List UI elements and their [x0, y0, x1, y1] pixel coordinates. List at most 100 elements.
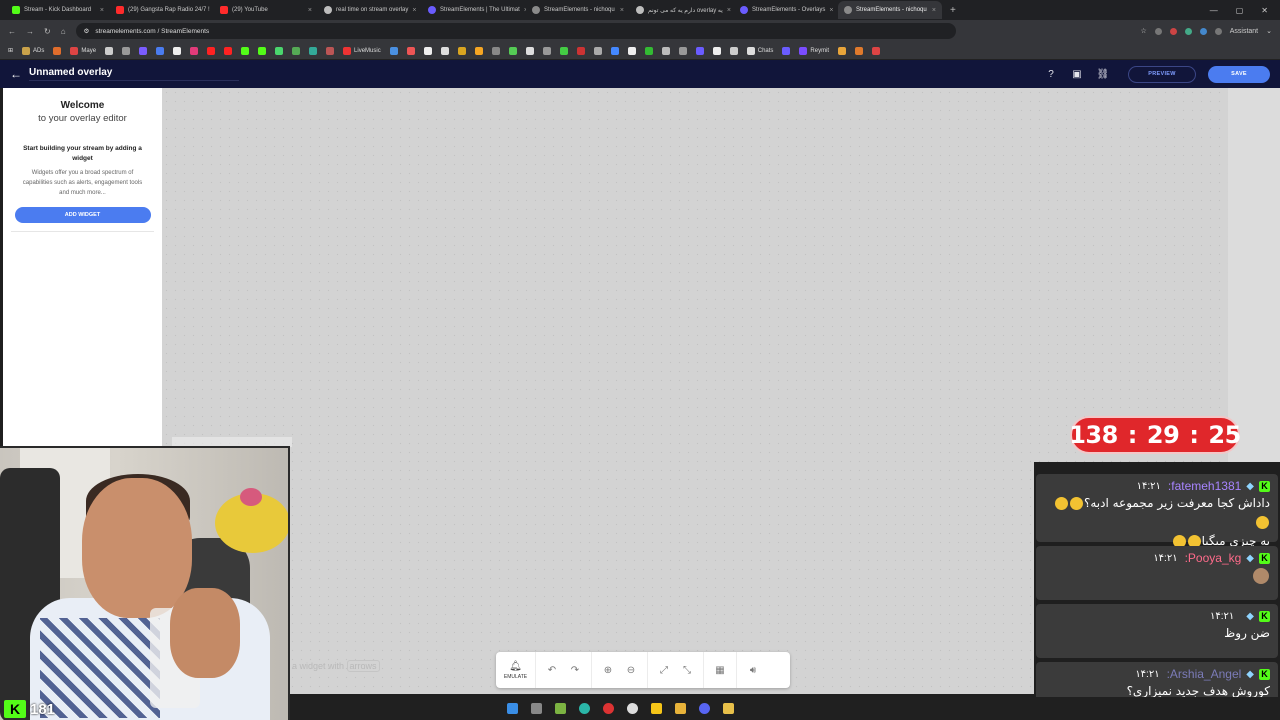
site-info-icon[interactable]: ⚙	[84, 27, 90, 35]
bookmark[interactable]	[525, 46, 534, 55]
bookmark[interactable]: Maye	[70, 46, 96, 55]
close-icon[interactable]: ×	[727, 7, 731, 14]
bookmark[interactable]	[593, 46, 602, 55]
bookmark[interactable]	[457, 46, 466, 55]
browser-tab[interactable]: real time on stream overlay ×	[318, 1, 422, 19]
close-icon[interactable]: ×	[100, 7, 104, 14]
close-icon[interactable]: ×	[412, 7, 416, 14]
extension-icon[interactable]	[1169, 27, 1177, 35]
undo-icon[interactable]: ↶	[546, 665, 558, 676]
bookmark[interactable]	[627, 46, 636, 55]
close-icon[interactable]: ×	[308, 7, 312, 14]
bookmark[interactable]	[224, 46, 233, 55]
overlay-name-field[interactable]: Unnamed overlay	[29, 67, 239, 81]
notes-icon[interactable]	[650, 703, 662, 714]
url-input[interactable]: ⚙ streamelements.com / StreamElements	[75, 23, 956, 39]
bookmark[interactable]	[275, 46, 284, 55]
browser-tab[interactable]: StreamElements | The Ultimat ×	[422, 1, 526, 19]
zoom-out-icon[interactable]: ⊖	[625, 665, 637, 676]
browser-tab-active[interactable]: StreamElements - nichoqu ×	[838, 1, 942, 19]
browser-icon[interactable]	[578, 703, 590, 714]
bookmark[interactable]	[491, 46, 500, 55]
bookmark[interactable]	[207, 46, 216, 55]
browser-tab[interactable]: (29) YouTube ×	[214, 1, 318, 19]
expand-icon[interactable]: ⤢	[658, 665, 670, 676]
close-icon[interactable]: ×	[829, 7, 833, 14]
extension-icon[interactable]	[1199, 27, 1207, 35]
star-icon[interactable]: ☆	[1140, 27, 1146, 35]
new-tab-button[interactable]: +	[942, 5, 964, 16]
save-button[interactable]: SAVE	[1208, 65, 1270, 83]
close-icon[interactable]: ×	[620, 7, 624, 14]
windows-start-icon[interactable]	[506, 703, 518, 714]
back-nav-icon[interactable]: ←	[8, 27, 16, 36]
bookmark[interactable]	[695, 46, 704, 55]
grid-icon[interactable]: ▦	[714, 665, 726, 676]
home-icon[interactable]: ⌂	[61, 27, 66, 36]
discord-icon[interactable]	[698, 703, 710, 714]
folder-icon[interactable]	[722, 703, 734, 714]
bookmark[interactable]	[474, 46, 483, 55]
browser-tab[interactable]: (29) Gangsta Rap Radio 24/7 !×	[110, 1, 214, 19]
browser-tab[interactable]: Stream - Kick Dashboard ×	[6, 1, 110, 19]
bookmark[interactable]	[326, 46, 335, 55]
extension-icon[interactable]	[1214, 27, 1222, 35]
volume-icon[interactable]: 🔊︎	[747, 665, 759, 676]
bookmark[interactable]	[173, 46, 182, 55]
browser-tab[interactable]: StreamElements - Overlays ×	[734, 1, 838, 19]
bookmark[interactable]	[559, 46, 568, 55]
bookmark[interactable]	[712, 46, 721, 55]
bookmark[interactable]	[661, 46, 670, 55]
obs-icon[interactable]	[626, 703, 638, 714]
bookmark[interactable]	[678, 46, 687, 55]
chevron-down-icon[interactable]: ⌄	[1266, 27, 1272, 35]
add-widget-button[interactable]: ADD WIDGET	[14, 207, 151, 223]
bookmark[interactable]	[542, 46, 551, 55]
bookmark[interactable]	[389, 46, 398, 55]
files-icon[interactable]	[674, 703, 686, 714]
bookmark[interactable]	[729, 46, 738, 55]
preview-button[interactable]: PREVIEW	[1128, 65, 1196, 83]
apps-icon[interactable]: ⊞	[8, 47, 13, 54]
bookmark[interactable]	[855, 46, 864, 55]
bookmark[interactable]	[53, 46, 62, 55]
bookmark[interactable]	[838, 46, 847, 55]
bookmark[interactable]	[406, 46, 415, 55]
collapse-icon[interactable]: ⤡	[681, 665, 693, 676]
bookmark[interactable]	[309, 46, 318, 55]
bookmark[interactable]	[610, 46, 619, 55]
bookmark-folder[interactable]: ADs	[22, 46, 44, 55]
close-icon[interactable]: ×	[932, 7, 936, 14]
bookmark[interactable]	[122, 46, 131, 55]
bookmark[interactable]	[508, 46, 517, 55]
close-window-icon[interactable]: ✕	[1261, 6, 1268, 15]
reload-icon[interactable]: ↻	[44, 27, 51, 36]
bookmark[interactable]	[258, 46, 267, 55]
bookmark[interactable]	[139, 46, 148, 55]
maximize-icon[interactable]: ▢	[1236, 6, 1244, 15]
bookmark[interactable]: Reymit	[799, 46, 829, 55]
back-arrow-icon[interactable]: ←	[10, 67, 28, 81]
bookmark[interactable]	[872, 46, 881, 55]
redo-icon[interactable]: ↷	[569, 665, 581, 676]
bookmark[interactable]	[423, 46, 432, 55]
extension-icon[interactable]	[1154, 27, 1162, 35]
bookmark[interactable]	[644, 46, 653, 55]
extension-icon[interactable]	[1184, 27, 1192, 35]
bookmark[interactable]: LiveMusic	[343, 46, 381, 55]
forward-nav-icon[interactable]: →	[26, 27, 34, 36]
bookmark[interactable]	[782, 46, 791, 55]
app-icon[interactable]	[554, 703, 566, 714]
assistant-button[interactable]: Assistant	[1230, 28, 1258, 35]
minimize-icon[interactable]: —	[1210, 6, 1218, 15]
help-icon[interactable]: ?	[1044, 67, 1058, 81]
link-icon[interactable]: ⛓	[1096, 67, 1110, 81]
bookmark[interactable]	[241, 46, 250, 55]
bookmark[interactable]	[576, 46, 585, 55]
zoom-in-icon[interactable]: ⊕	[602, 665, 614, 676]
bookmark[interactable]	[105, 46, 114, 55]
bookmark[interactable]: Chats	[746, 46, 773, 55]
recording-app-icon[interactable]	[602, 703, 614, 714]
browser-tab[interactable]: دارم یه که می تونم overlay يه ×	[630, 1, 734, 19]
screen-settings-icon[interactable]: ▣	[1070, 67, 1084, 81]
